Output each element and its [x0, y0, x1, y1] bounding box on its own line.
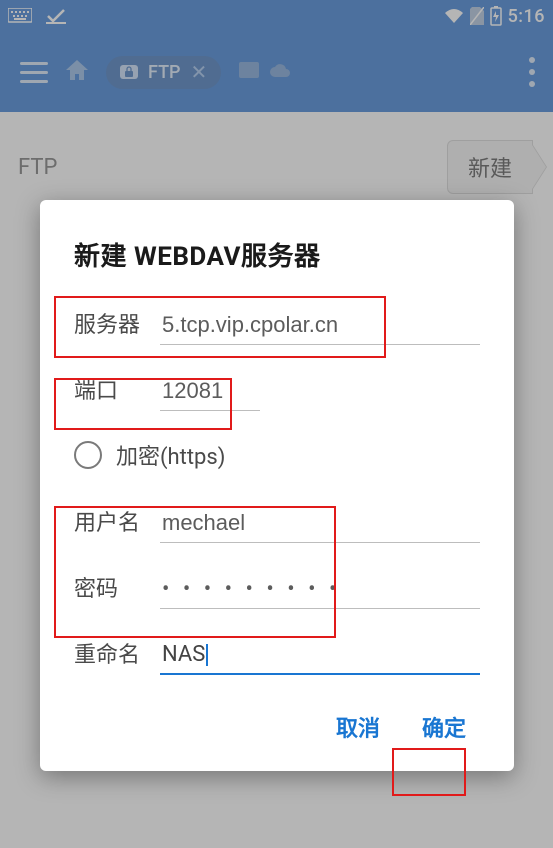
- server-label: 服务器: [74, 307, 160, 345]
- webdav-dialog: 新建 WEBDAV服务器 服务器 端口 加密(https) 用户名 密码 • •…: [40, 200, 514, 771]
- password-label: 密码: [74, 571, 160, 609]
- username-label: 用户名: [74, 505, 160, 543]
- https-row: 加密(https): [74, 439, 480, 471]
- cancel-button[interactable]: 取消: [322, 703, 394, 751]
- https-checkbox[interactable]: [74, 441, 102, 469]
- ok-button[interactable]: 确定: [408, 703, 480, 751]
- port-input[interactable]: [160, 374, 260, 411]
- port-row: 端口: [74, 373, 480, 411]
- server-row: 服务器: [74, 307, 480, 345]
- rename-label: 重命名: [74, 637, 160, 675]
- server-input[interactable]: [160, 308, 480, 345]
- password-input[interactable]: • • • • • • • • •: [160, 573, 480, 609]
- rename-input[interactable]: NAS: [160, 638, 480, 675]
- rename-row: 重命名 NAS: [74, 637, 480, 675]
- username-row: 用户名: [74, 505, 480, 543]
- https-label: 加密(https): [116, 439, 225, 471]
- username-input[interactable]: [160, 506, 480, 543]
- port-label: 端口: [74, 373, 160, 411]
- password-row: 密码 • • • • • • • • •: [74, 571, 480, 609]
- dialog-title: 新建 WEBDAV服务器: [74, 236, 480, 273]
